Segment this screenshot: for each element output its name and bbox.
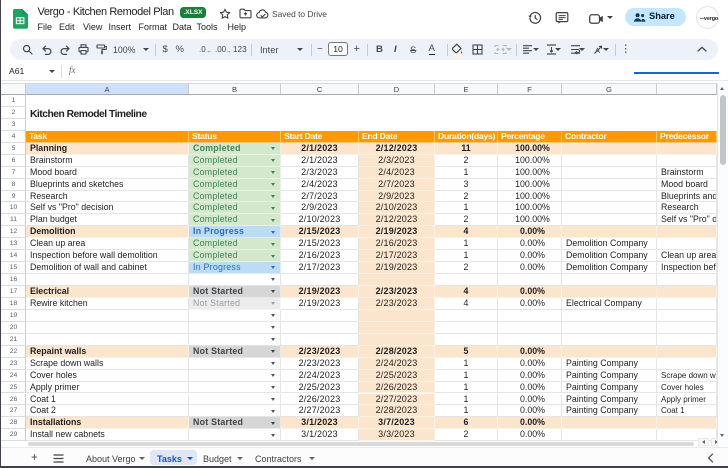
svg-text:A: A	[595, 46, 600, 55]
